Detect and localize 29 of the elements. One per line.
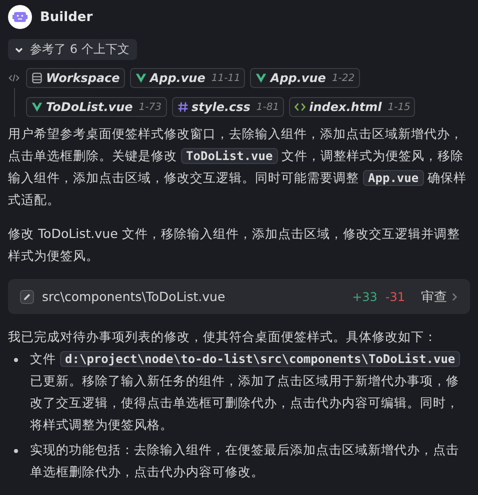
context-chip[interactable]: Workspace bbox=[26, 68, 125, 88]
bullet-icon bbox=[14, 358, 18, 362]
code-icon bbox=[8, 72, 20, 84]
context-chip[interactable]: App.vue 11-11 bbox=[130, 68, 246, 88]
removed-count: -31 bbox=[385, 290, 405, 304]
chevron-icon bbox=[451, 292, 458, 302]
reasoning-paragraph: 用户希望参考桌面便签样式修改窗口，去除输入组件，添加点击区域新增代办，点击单选框删除。关键是修改 ToDoList.vue 文件，调整样式为便签风，移除输入组件，添加点击区域，修改交互逻辑。同时可能需要调整 App.vue 确保样式适配。 bbox=[8, 125, 468, 209]
list-item-text: 实现的功能包括：去除输入组件，在便签最后添加点击区域新增代办，点击单选框删除代办，点击代办内容可修改。 bbox=[30, 441, 460, 481]
summary-text: 我已完成对待办事项列表的修改，使其符合桌面便签样式。具体修改如下： bbox=[8, 328, 438, 346]
added-count: +33 bbox=[352, 290, 378, 304]
context-chip[interactable]: ToDoList.vue 1-73 bbox=[26, 97, 166, 117]
assistant-name: Builder bbox=[40, 10, 93, 24]
context-chip[interactable]: index.html 1-15 bbox=[289, 97, 416, 117]
context-chip[interactable]: App.vue 1-22 bbox=[250, 68, 360, 88]
database-icon bbox=[31, 72, 43, 84]
review-button[interactable]: 审查 bbox=[421, 288, 458, 306]
file-path: src\components\ToDoList.vue bbox=[42, 289, 226, 304]
pencil-icon bbox=[20, 290, 34, 304]
vue-icon bbox=[134, 72, 147, 84]
bullet-icon bbox=[14, 449, 18, 453]
vue-icon bbox=[31, 101, 43, 113]
hash-icon bbox=[176, 101, 188, 113]
context-toggle[interactable]: 参考了 6 个上下文 bbox=[8, 39, 138, 60]
plan-paragraph: 修改 ToDoList.vue 文件，移除输入组件，添加点击区域，修改交互逻辑并调整样式为便签风。 bbox=[8, 225, 461, 265]
context-chip[interactable]: style.css 1-81 bbox=[172, 97, 284, 117]
vue-icon bbox=[255, 72, 268, 84]
code-icon bbox=[294, 101, 306, 113]
list-item-text: 文件 d:\project\node\to-do-list\src\components\ToDoList.vue 已更新。移除了输入新任务的组件，添加了点击区域用于新增代办事项，修改了交互逻辑，使得点击单选框可删除代办，点击代办内容可编辑。同时，将样式调整为便签风格。 bbox=[30, 350, 462, 434]
robot-avatar-icon bbox=[8, 5, 32, 29]
